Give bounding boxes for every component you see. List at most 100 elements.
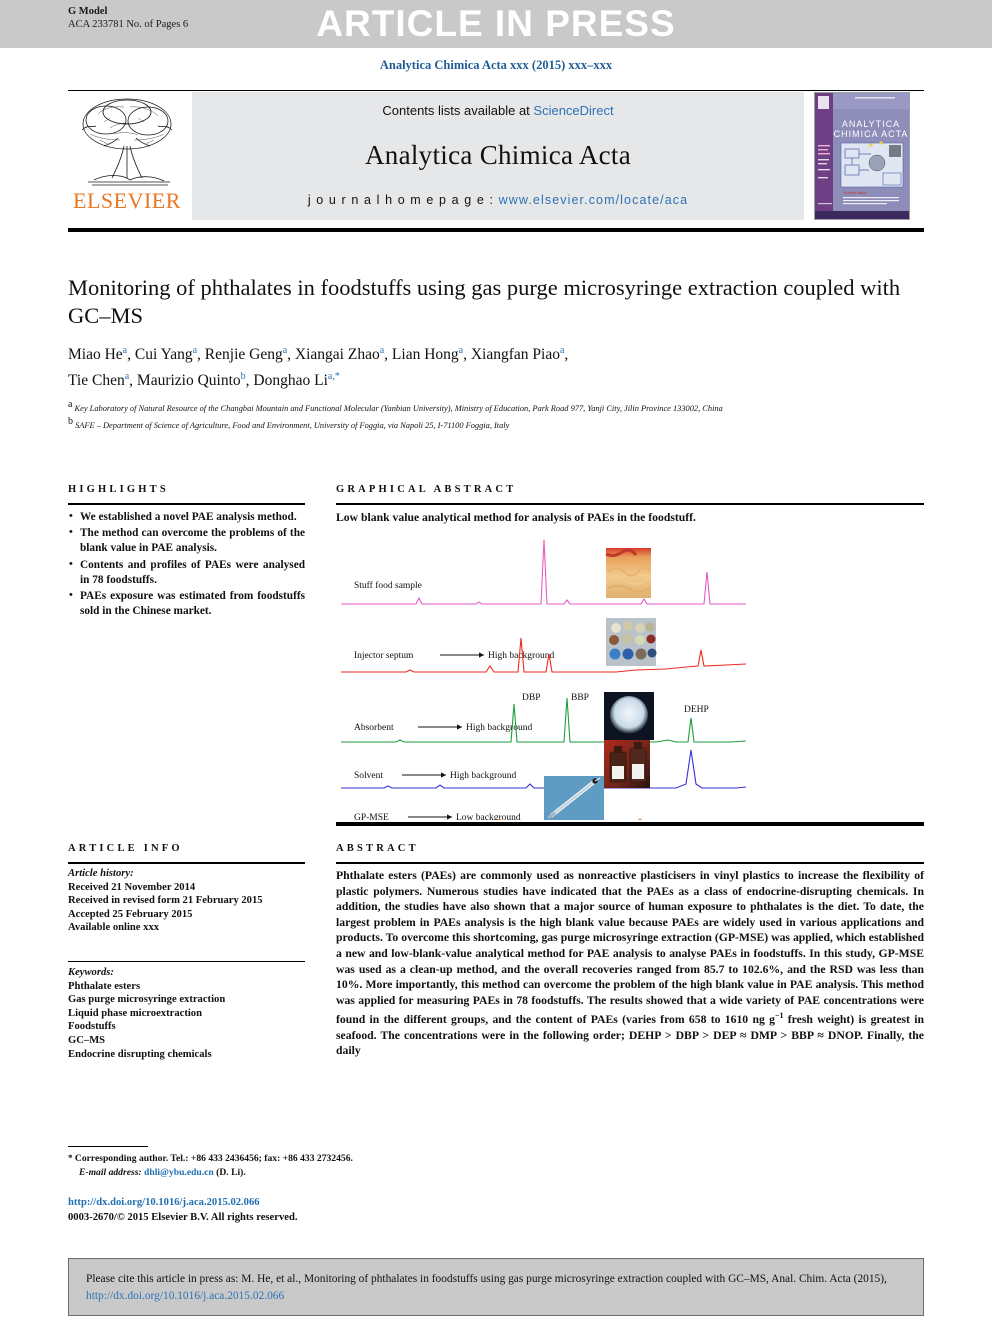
author-affiliation-marker: a [379, 345, 385, 356]
svg-text:High background: High background [450, 771, 516, 781]
graphical-abstract-caption: Low blank value analytical method for an… [336, 511, 696, 524]
article-history-item: Received 21 November 2014 [68, 881, 196, 893]
abstract-text-main: Phthalate esters (PAEs) are commonly use… [336, 869, 924, 1027]
article-first-page: G Model ACA 233781 No. of Pages 6 ARTICL… [0, 0, 992, 1323]
journal-cover-thumbnail: ANALYTICA CHIMICA ACTA Special issue [814, 92, 910, 220]
cite-text: Please cite this article in press as: M.… [86, 1271, 910, 1305]
author-affiliation-marker: a [124, 371, 130, 383]
article-info-rule [68, 862, 305, 864]
abstract-heading-text: ABSTRACT [336, 843, 419, 854]
author-name: Miao He [68, 346, 123, 364]
graphical-abstract-heading: GRAPHICAL ABSTRACT [336, 484, 924, 495]
highlight-item: The method can overcome the problems of … [68, 525, 305, 556]
peak-label-dehp: DEHP [684, 705, 709, 715]
svg-text:Solvent: Solvent [354, 771, 383, 781]
trace-stuff-food-sample: Stuff food sample [341, 539, 746, 605]
email-label: E-mail address: [79, 1166, 142, 1178]
peak-label-bbp: BBP [571, 693, 589, 703]
sciencedirect-link[interactable]: ScienceDirect [533, 103, 613, 118]
svg-text:GP-MSE: GP-MSE [354, 813, 389, 820]
trace-gp-mse: GP-MSE Low background [341, 776, 746, 823]
elsevier-tree-icon [81, 98, 173, 186]
highlight-item: Contents and profiles of PAEs were analy… [68, 557, 305, 588]
affiliation-b-text: SAFE – Department of Science of Agricult… [75, 420, 510, 430]
affiliations: a Key Laboratory of Natural Resource of … [68, 398, 924, 432]
graphical-abstract-bottom-rule [336, 822, 924, 826]
chromatogram-stack: Stuff food sample Injector septum High b… [341, 539, 747, 823]
author-name: Donghao Li [253, 372, 328, 390]
email-line: E-mail address: dhli@ybu.edu.cn (D. Li). [68, 1166, 568, 1180]
author-affiliation-marker: a [122, 345, 128, 356]
masthead: ELSEVIER Contents lists available at Sci… [68, 92, 924, 220]
abstract-body: Phthalate esters (PAEs) are commonly use… [336, 868, 924, 1059]
journal-reference-line: Analytica Chimica Acta xxx (2015) xxx–xx… [379, 58, 613, 72]
footnote-rule [68, 1146, 148, 1147]
asterisk-icon: * [68, 1153, 73, 1163]
keyword-item: GC–MS [68, 1034, 106, 1046]
graphical-abstract-figure: Stuff food sample Injector septum High b… [336, 532, 924, 823]
email-link[interactable]: dhli@ybu.edu.cn [144, 1167, 214, 1178]
contents-line: Contents lists available at ScienceDirec… [382, 103, 613, 118]
elsevier-logo: ELSEVIER [68, 92, 186, 220]
highlights-heading-text: HIGHLIGHTS [68, 484, 169, 495]
trace-absorbent: Absorbent High background DBP BBP DEHP [341, 692, 747, 743]
author-line-1: Miao Hea, Cui Yanga, Renjie Genga, Xiang… [68, 345, 569, 364]
corresponding-author-line: * Corresponding author. Tel.: +86 433 24… [68, 1152, 568, 1166]
cite-box: Please cite this article in press as: M.… [68, 1258, 924, 1316]
author-affiliation-marker: a [458, 345, 464, 356]
author-name: Tie Chen [68, 372, 125, 390]
abstract-rule [336, 862, 924, 864]
trace-solvent: Solvent High background [341, 740, 747, 789]
highlights-list: We established a novel PAE analysis meth… [68, 509, 305, 620]
journal-title: Analytica Chimica Acta [364, 140, 631, 170]
corresponding-author-text: Corresponding author. Tel.: +86 433 2436… [74, 1153, 353, 1164]
svg-text:Special issue: Special issue [843, 190, 867, 195]
article-history-label: Article history: [68, 868, 134, 879]
keywords-block: Keywords: Phthalate esters Gas purge micr… [68, 966, 305, 1061]
article-history-item: Received in revised form 21 February 201… [68, 895, 263, 907]
keywords-label: Keywords: [68, 967, 114, 978]
homepage-label: j o u r n a l h o m e p a g e : [307, 193, 499, 207]
affiliation-a-text: Key Laboratory of Natural Resource of th… [74, 403, 723, 413]
author-line-2: Tie Chena, Maurizio Quintob, Donghao Lia… [68, 371, 340, 390]
article-title-text: Monitoring of phthalates in foodstuffs u… [68, 275, 901, 328]
doi-link[interactable]: http://dx.doi.org/10.1016/j.aca.2015.02.… [68, 1196, 568, 1211]
doi-block: http://dx.doi.org/10.1016/j.aca.2015.02.… [68, 1196, 568, 1225]
svg-text:Absorbent: Absorbent [354, 723, 394, 733]
affiliation-a: a Key Laboratory of Natural Resource of … [68, 399, 723, 413]
article-history: Article history: Received 21 November 20… [68, 867, 305, 935]
page-title: Monitoring of phthalates in foodstuffs u… [68, 274, 924, 330]
abstract-heading: ABSTRACT [336, 843, 924, 854]
masthead-center: Contents lists available at ScienceDirec… [192, 92, 804, 220]
svg-text:ANALYTICA: ANALYTICA [842, 119, 900, 129]
keyword-item: Liquid phase microextraction [68, 1007, 202, 1019]
graphical-abstract-rule [336, 503, 924, 505]
highlights-rule [68, 503, 305, 505]
highlights-heading: HIGHLIGHTS [68, 484, 305, 495]
abstract-superscript: −1 [774, 1011, 784, 1021]
graphical-abstract-heading-text: GRAPHICAL ABSTRACT [336, 484, 517, 495]
copyright-line: 0003-2670/© 2015 Elsevier B.V. All right… [68, 1211, 298, 1223]
author-affiliation-marker: a [559, 345, 565, 356]
highlight-item: PAEs exposure was estimated from foodstu… [68, 588, 305, 619]
cover-artwork: ANALYTICA CHIMICA ACTA Special issue [815, 93, 909, 219]
author-name: Xiangfan Piao [470, 346, 560, 364]
cite-doi-link[interactable]: http://dx.doi.org/10.1016/j.aca.2015.02.… [86, 1290, 284, 1302]
homepage-link[interactable]: www.elsevier.com/locate/aca [499, 193, 689, 207]
elsevier-wordmark: ELSEVIER [73, 188, 181, 213]
author-affiliation-marker: a,* [327, 371, 340, 383]
article-info-heading-text: ARTICLE INFO [68, 843, 183, 854]
svg-text:CHIMICA ACTA: CHIMICA ACTA [834, 129, 909, 139]
contents-prefix: Contents lists available at [382, 103, 534, 118]
email-owner: (D. Li). [216, 1166, 246, 1178]
masthead-bottom-rule [68, 228, 924, 232]
keywords-list: Phthalate esters Gas purge microsyringe e… [68, 980, 305, 1062]
article-history-item: Available online xxx [68, 922, 160, 934]
keyword-item: Gas purge microsyringe extraction [68, 994, 226, 1006]
cite-text-main: Please cite this article in press as: M.… [86, 1273, 887, 1285]
masthead-top-rule [68, 90, 924, 91]
journal-homepage-line: j o u r n a l h o m e p a g e : www.else… [308, 193, 688, 207]
highlight-item: We established a novel PAE analysis meth… [68, 509, 305, 525]
author-list: Miao Hea, Cui Yanga, Renjie Genga, Xiang… [68, 340, 924, 392]
author-affiliation-marker: a [192, 345, 198, 356]
